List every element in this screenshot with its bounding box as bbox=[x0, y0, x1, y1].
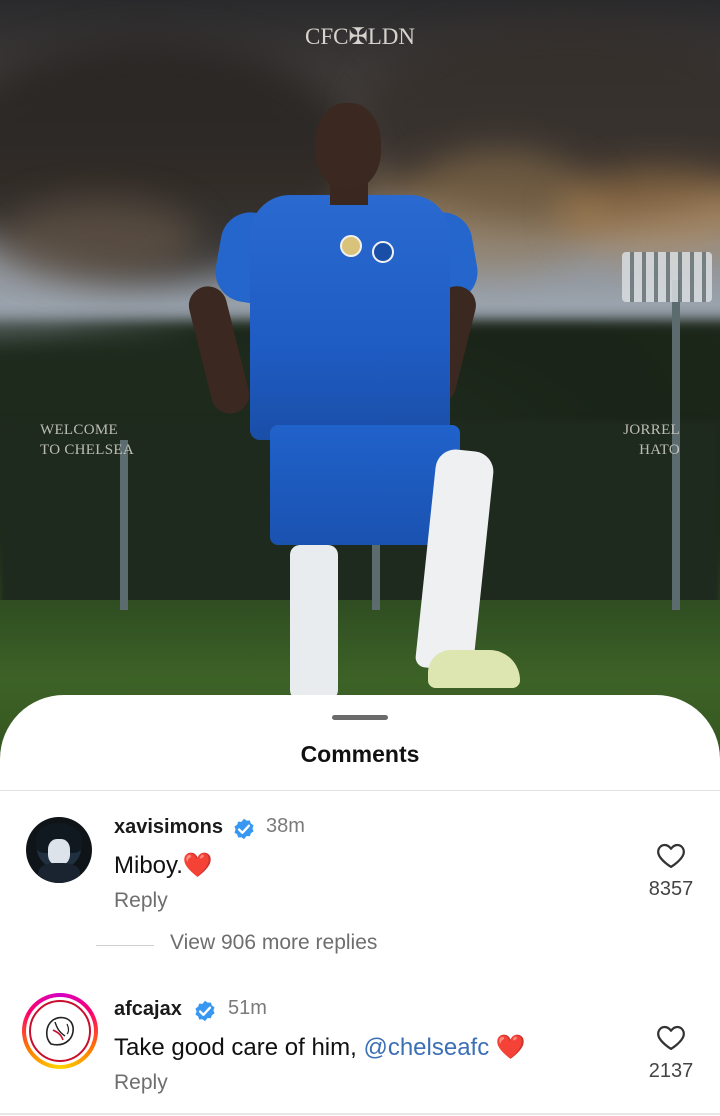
ajax-head-icon bbox=[45, 1016, 74, 1046]
player-figure bbox=[184, 95, 530, 705]
comments-sheet: Comments xavisimons 38m Miboy.❤️ Reply 8… bbox=[0, 695, 720, 1116]
overlay-left-line: TO CHELSEA bbox=[40, 442, 134, 458]
player-sock bbox=[290, 545, 338, 700]
player-arm bbox=[184, 282, 254, 418]
avatar-body bbox=[38, 863, 80, 883]
heart-outline-icon[interactable] bbox=[656, 1023, 686, 1051]
comment-text: Take good care of him, @chelseafc ❤️ bbox=[114, 1033, 526, 1062]
overlay-welcome-text: WELCOME TO CHELSEA bbox=[40, 420, 134, 460]
comment-timestamp: 51m bbox=[228, 997, 267, 1019]
floodlight-pole bbox=[120, 440, 128, 610]
avatar[interactable] bbox=[22, 993, 98, 1069]
heart-emoji: ❤️ bbox=[495, 1034, 526, 1061]
comment-username[interactable]: xavisimons bbox=[114, 816, 223, 839]
player-head bbox=[315, 103, 381, 189]
overlay-right-line: JORREL bbox=[623, 422, 680, 438]
divider bbox=[0, 790, 720, 791]
club-crest bbox=[372, 241, 394, 263]
comment-body: Miboy. bbox=[114, 852, 183, 879]
view-replies-button[interactable]: View 906 more replies bbox=[96, 931, 496, 959]
verified-badge-icon bbox=[195, 1000, 215, 1022]
player-boot bbox=[428, 650, 520, 688]
floodlight-lamps bbox=[622, 252, 712, 302]
reply-button[interactable]: Reply bbox=[114, 889, 168, 913]
comment-timestamp: 38m bbox=[266, 815, 305, 837]
avatar-ring-inner bbox=[26, 997, 94, 1065]
shirt-badge bbox=[340, 235, 362, 257]
mention-link[interactable]: @chelseafc bbox=[363, 1034, 489, 1061]
reply-button[interactable]: Reply bbox=[114, 1071, 168, 1095]
avatar-face bbox=[48, 839, 70, 865]
comment-body: Take good care of him, bbox=[114, 1034, 364, 1061]
view-replies-label[interactable]: View 906 more replies bbox=[170, 931, 377, 955]
sheet-title: Comments bbox=[300, 741, 420, 767]
avatar[interactable] bbox=[26, 817, 92, 883]
overlay-left-line: WELCOME bbox=[40, 422, 118, 438]
ajax-logo bbox=[29, 1000, 91, 1062]
drag-handle[interactable] bbox=[332, 715, 388, 720]
overlay-player-name: JORREL HATO bbox=[623, 420, 680, 460]
comment-username[interactable]: afcajax bbox=[114, 998, 182, 1021]
like-count: 8357 bbox=[648, 878, 694, 900]
verified-badge-icon bbox=[234, 818, 254, 840]
heart-emoji: ❤️ bbox=[182, 852, 213, 879]
player-shirt bbox=[250, 195, 450, 440]
cfc-ldn-logo: CFC✠LDN bbox=[304, 24, 415, 49]
like-count: 2137 bbox=[648, 1060, 694, 1082]
bottom-divider bbox=[0, 1113, 720, 1115]
overlay-right-line: HATO bbox=[639, 442, 680, 458]
post-image[interactable]: CFC✠LDN WELCOME TO CHELSEA JORREL HATO bbox=[0, 0, 720, 760]
replies-line bbox=[96, 945, 154, 946]
cloud bbox=[0, 200, 200, 280]
comment-text: Miboy.❤️ bbox=[114, 851, 213, 880]
heart-outline-icon[interactable] bbox=[656, 841, 686, 869]
